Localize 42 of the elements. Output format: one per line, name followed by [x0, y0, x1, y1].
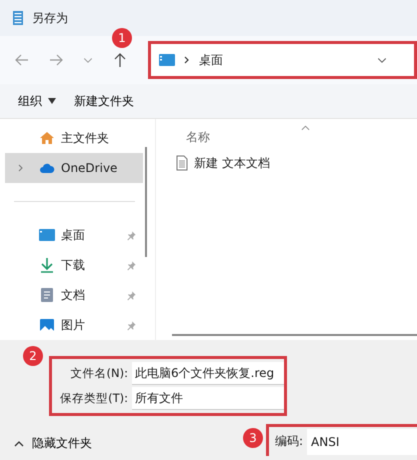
column-header[interactable]: 名称	[186, 129, 210, 146]
chevron-up-icon	[14, 440, 24, 446]
notepad-icon	[12, 10, 24, 26]
sidebar-item[interactable]: 桌面	[5, 220, 143, 250]
download-icon	[39, 257, 55, 273]
pin-icon[interactable]	[126, 320, 137, 330]
new-folder-button[interactable]: 新建文件夹	[74, 92, 134, 110]
field-label: 文件名(N):	[70, 366, 129, 381]
picture-icon	[39, 317, 55, 333]
caret-down-icon	[48, 98, 56, 104]
up-arrow-icon[interactable]	[112, 52, 128, 68]
callout-badge: 3	[243, 428, 263, 448]
sidebar-item[interactable]: 文档	[5, 280, 143, 310]
house-icon	[39, 130, 55, 146]
window-title: 另存为	[32, 10, 68, 26]
field-label: 编码:	[275, 433, 304, 450]
sidebar-item[interactable]: OneDrive	[5, 153, 143, 183]
file-item[interactable]: 新建 文本文档	[176, 151, 417, 175]
address-path[interactable]: 桌面	[199, 52, 376, 68]
encoding-dropdown[interactable]: ANSI	[307, 428, 417, 454]
sort-up-icon	[301, 125, 310, 131]
back-arrow-icon[interactable]	[14, 52, 30, 68]
filename-field[interactable]: 此电脑6个文件夹恢复.reg	[132, 362, 284, 385]
pin-icon[interactable]	[126, 230, 137, 240]
desktop-icon	[39, 227, 55, 243]
pin-icon[interactable]	[126, 290, 137, 300]
chevron-right-icon	[183, 56, 191, 64]
organize-button[interactable]: 组织	[18, 92, 56, 110]
desktop-icon	[159, 54, 175, 66]
callout-badge: 2	[23, 346, 43, 366]
file-type-dropdown[interactable]: 所有文件	[132, 387, 284, 410]
text-file-icon	[176, 155, 188, 171]
sidebar-item[interactable]: 主文件夹	[5, 123, 143, 153]
callout-badge: 1	[112, 28, 132, 48]
forward-arrow-icon[interactable]	[48, 52, 64, 68]
sidebar-item[interactable]: 下载	[5, 250, 143, 280]
sidebar-item[interactable]: 图片	[5, 310, 143, 340]
pin-icon[interactable]	[126, 260, 137, 270]
field-label: 保存类型(T):	[59, 391, 129, 406]
document-icon	[39, 287, 55, 303]
address-bar[interactable]: 桌面	[148, 41, 417, 79]
chevron-right-icon[interactable]	[17, 164, 25, 172]
